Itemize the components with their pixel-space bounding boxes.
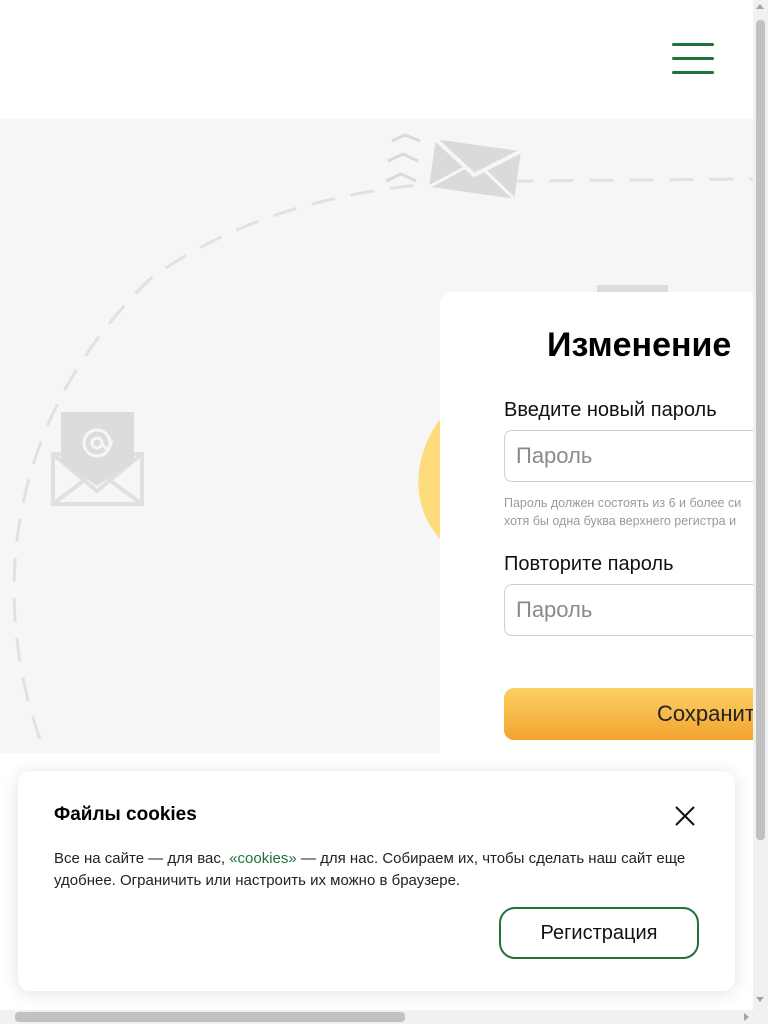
new-password-input[interactable]	[504, 430, 768, 482]
cookie-banner: Файлы cookies Все на сайте — для вас, «c…	[18, 771, 735, 991]
cookie-text-before: Все на сайте — для вас,	[54, 850, 230, 867]
site-header	[0, 0, 753, 119]
horizontal-scroll-thumb[interactable]	[15, 1012, 405, 1022]
menu-line	[672, 71, 714, 74]
horizontal-scrollbar[interactable]	[0, 1010, 768, 1024]
at-sign-envelope-icon	[51, 412, 144, 506]
registration-button[interactable]: Регистрация	[499, 907, 699, 959]
close-icon[interactable]	[673, 804, 697, 828]
vertical-scrollbar[interactable]	[753, 0, 768, 1010]
save-button[interactable]: Сохранит	[504, 688, 768, 740]
scroll-up-arrow-icon[interactable]	[756, 4, 764, 9]
cookie-text: Все на сайте — для вас, «cookies» — для …	[54, 848, 694, 892]
vertical-scroll-thumb[interactable]	[756, 20, 765, 840]
new-password-label: Введите новый пароль	[504, 399, 717, 421]
password-change-card: Изменение Введите новый пароль Пароль до…	[440, 292, 768, 762]
password-hint-line: хотя бы одна буква верхнего регистра и	[504, 514, 737, 528]
speed-chevrons-icon	[385, 133, 421, 183]
password-hint-line: Пароль должен состоять из 6 и более си	[504, 496, 742, 510]
repeat-password-label: Повторите пароль	[504, 553, 674, 575]
scroll-down-arrow-icon[interactable]	[756, 997, 764, 1002]
hamburger-menu-icon[interactable]	[672, 42, 716, 76]
repeat-password-input[interactable]	[504, 584, 768, 636]
page-title: Изменение	[547, 326, 732, 364]
cookie-title: Файлы cookies	[54, 804, 197, 825]
envelope-icon	[428, 137, 522, 200]
scroll-right-arrow-icon[interactable]	[744, 1013, 749, 1021]
menu-line	[672, 57, 714, 60]
password-hint: Пароль должен состоять из 6 и более си х…	[504, 494, 768, 530]
yellow-blob-decoration	[418, 419, 440, 539]
menu-line	[672, 43, 714, 46]
cookies-link[interactable]: «cookies»	[229, 850, 297, 867]
